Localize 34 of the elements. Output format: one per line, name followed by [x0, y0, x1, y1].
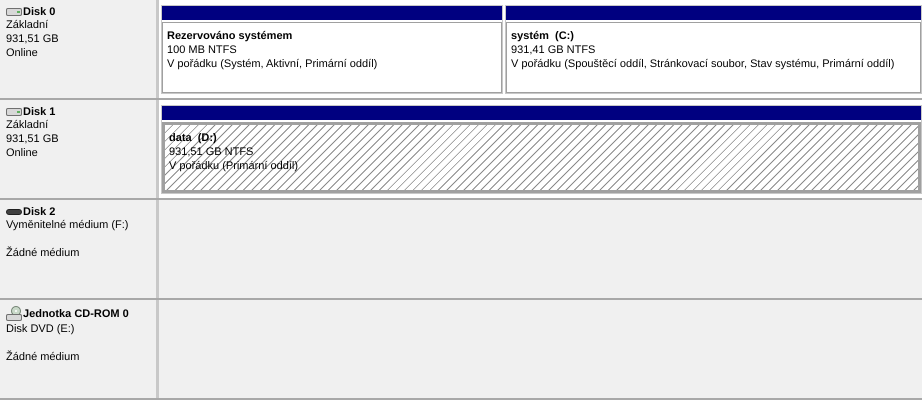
disk-name: Disk 0 [23, 6, 56, 18]
disk-info-panel[interactable]: Disk 0 Základní 931,51 GB Online [0, 0, 159, 98]
disk-type: Základní [6, 118, 50, 132]
partition-title: systém (C:) [511, 29, 574, 43]
hard-drive-icon [6, 7, 22, 17]
disk-capacity: 931,51 GB [6, 132, 60, 146]
hard-drive-icon [6, 107, 22, 117]
disk-capacity: 931,51 GB [6, 32, 60, 46]
disk-info-panel[interactable]: Jednotka CD-ROM 0 Disk DVD (E:) Žádné médium [0, 300, 159, 398]
disk-status: Online [6, 146, 39, 160]
partition-title: Rezervováno systémem [167, 29, 292, 43]
partition-size: 931,41 GB NTFS [511, 43, 596, 57]
disk-status: Online [6, 46, 39, 60]
partition-box[interactable]: data (D:) 931,51 GB NTFS V pořádku (Primární oddíl) [162, 122, 921, 193]
partition-status: V pořádku (Systém, Aktivní, Primární oddíl) [167, 57, 378, 71]
partition-box[interactable]: systém (C:) 931,41 GB NTFS V pořádku (Spouštěcí oddíl, Stránkovací soubor, Stav systému, Primární oddíl) [506, 22, 921, 93]
disk-status: Žádné médium [6, 246, 80, 260]
disk-name: Disk 1 [23, 106, 56, 118]
partition-status: V pořádku (Spouštěcí oddíl, Stránkovací soubor, Stav systému, Primární oddíl) [511, 57, 894, 71]
disk-info-panel[interactable]: Disk 2 Vyměnitelné médium (F:) Žádné médium [0, 200, 159, 298]
disk-name: Jednotka CD-ROM 0 [23, 308, 129, 320]
disk-name: Disk 2 [23, 206, 56, 218]
partition-title: data (D:) [169, 131, 217, 145]
cd-drive-icon [6, 306, 22, 322]
partition-status: V pořádku (Primární oddíl) [169, 159, 298, 173]
partition-size: 931,51 GB NTFS [169, 145, 254, 159]
disk-type: Vyměnitelné médium (F:) [6, 218, 130, 232]
partition-size: 100 MB NTFS [167, 43, 237, 57]
disk-type: Základní [6, 18, 50, 32]
disk-type: Disk DVD (E:) [6, 322, 76, 336]
removable-drive-icon [6, 208, 22, 216]
disk-info-panel[interactable]: Disk 1 Základní 931,51 GB Online [0, 100, 159, 198]
disk-status: Žádné médium [6, 350, 80, 364]
partition-box[interactable]: Rezervováno systémem 100 MB NTFS V pořádku (Systém, Aktivní, Primární oddíl) [162, 22, 502, 93]
